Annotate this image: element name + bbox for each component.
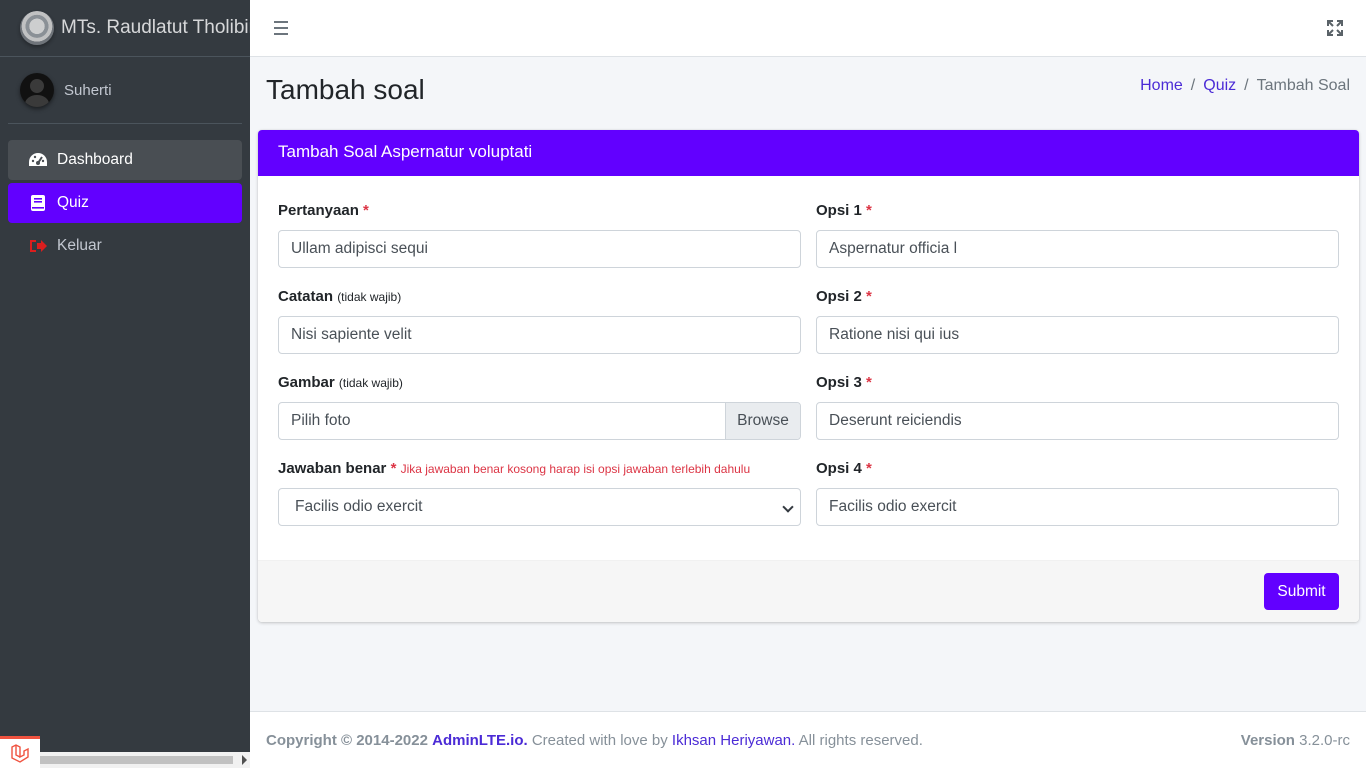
fullscreen-icon[interactable] [1327,20,1343,36]
required-mark: * [363,202,369,219]
pertanyaan-label: Pertanyaan * [278,202,369,219]
jawaban-label: Jawaban benar * Jika jawaban benar koson… [278,460,751,477]
horizontal-scrollbar[interactable] [40,752,250,768]
created-text: Created with love by [531,732,668,749]
user-panel[interactable]: Suherti [8,57,242,124]
browse-button[interactable]: Browse [725,403,800,439]
opsi4-input[interactable]: Facilis odio exercit [816,488,1339,526]
scroll-right-arrow-icon[interactable] [242,755,247,765]
opsi3-label: Opsi 3 * [816,374,872,391]
form-column-left: Pertanyaan * Ullam adipisci sequi Catata… [278,200,801,544]
page-title: Tambah soal [266,74,425,105]
opsi3-group: Opsi 3 * Deserunt reiciendis [816,372,1339,458]
submit-button[interactable]: Submit [1264,573,1339,610]
copyright-text: Copyright © 2014-2022 [266,732,428,749]
opsi3-input[interactable]: Deserunt reiciendis [816,402,1339,440]
opsi2-label: Opsi 2 * [816,288,872,305]
gambar-group: Gambar (tidak wajib) Pilih foto Browse [278,372,801,458]
optional-note: (tidak wajib) [337,290,402,304]
sidebar-bottom [0,736,250,768]
laravel-logo-icon [0,736,40,768]
opsi1-group: Opsi 1 * Aspernatur officia l [816,200,1339,286]
sidebar-item-label: Quiz [57,194,89,211]
breadcrumb-quiz[interactable]: Quiz [1203,77,1236,95]
scrollbar-thumb[interactable] [40,756,233,764]
sidebar-item-label: Keluar [57,237,102,254]
chevron-down-icon [782,501,794,513]
jawaban-selected-value: Facilis odio exercit [295,498,423,515]
catatan-label: Catatan (tidak wajib) [278,288,402,305]
sidebar-item-dashboard[interactable]: Dashboard [8,140,242,180]
brand-name: MTs. Raudlatut Tholibin [61,17,250,38]
brand-link[interactable]: MTs. Raudlatut Tholibin [0,0,250,57]
sidebar-item-label: Dashboard [57,151,133,168]
version-number: 3.2.0-rc [1299,732,1350,749]
sidebar-item-keluar[interactable]: Keluar [8,226,242,266]
sign-out-icon [28,236,48,256]
author-link[interactable]: Ikhsan Heriyawan. [672,732,795,749]
gambar-label: Gambar (tidak wajib) [278,374,403,391]
required-mark: * [866,202,872,219]
top-navbar [250,0,1366,57]
adminlte-link[interactable]: AdminLTE.io. [432,732,528,749]
card-footer: Submit [258,560,1359,622]
jawaban-select[interactable]: Facilis odio exercit [278,488,801,526]
breadcrumb: Home / Quiz / Tambah Soal [1140,77,1350,95]
menu-toggle-icon[interactable] [274,21,288,35]
main-footer: Copyright © 2014-2022 AdminLTE.io. Creat… [250,711,1366,768]
required-mark: * [390,460,397,477]
gambar-file-input[interactable]: Pilih foto Browse [278,402,801,440]
footer-copyright: Copyright © 2014-2022 AdminLTE.io. Creat… [266,732,923,749]
breadcrumb-home[interactable]: Home [1140,77,1183,95]
opsi4-label: Opsi 4 * [816,460,872,477]
card-body: Pertanyaan * Ullam adipisci sequi Catata… [258,176,1359,560]
required-mark: * [866,288,872,305]
opsi4-group: Opsi 4 * Facilis odio exercit [816,458,1339,544]
school-logo-icon [20,11,54,45]
catatan-group: Catatan (tidak wajib) Nisi sapiente veli… [278,286,801,372]
file-placeholder[interactable]: Pilih foto [279,403,725,439]
opsi1-input[interactable]: Aspernatur officia l [816,230,1339,268]
breadcrumb-current: Tambah Soal [1256,77,1350,94]
catatan-input[interactable]: Nisi sapiente velit [278,316,801,354]
pertanyaan-group: Pertanyaan * Ullam adipisci sequi [278,200,801,286]
required-mark: * [866,374,872,391]
pertanyaan-input[interactable]: Ullam adipisci sequi [278,230,801,268]
opsi2-group: Opsi 2 * Ratione nisi qui ius [816,286,1339,372]
card-title: Tambah Soal Aspernatur voluptati [258,130,1359,176]
jawaban-hint: Jika jawaban benar kosong harap isi opsi… [400,462,751,476]
user-name: Suherti [64,81,112,99]
book-icon [28,193,48,213]
form-column-right: Opsi 1 * Aspernatur officia l Opsi 2 * R… [816,200,1339,544]
tachometer-icon [28,150,48,170]
sidebar-nav: Dashboard Quiz Keluar [0,124,250,266]
version-label: Version [1240,732,1295,749]
opsi1-label: Opsi 1 * [816,202,872,219]
opsi2-input[interactable]: Ratione nisi qui ius [816,316,1339,354]
jawaban-group: Jawaban benar * Jika jawaban benar koson… [278,458,801,544]
main-sidebar: MTs. Raudlatut Tholibin Suherti Dashboar… [0,0,250,768]
avatar [20,73,54,107]
footer-version: Version 3.2.0-rc [1241,732,1350,749]
rights-text: All rights reserved. [798,732,923,749]
required-mark: * [866,460,872,477]
sidebar-item-quiz[interactable]: Quiz [8,183,242,223]
optional-note: (tidak wajib) [338,376,403,390]
question-form-card: Tambah Soal Aspernatur voluptati Pertany… [258,130,1359,622]
breadcrumb-separator: / [1190,77,1196,94]
breadcrumb-separator: / [1244,77,1249,94]
